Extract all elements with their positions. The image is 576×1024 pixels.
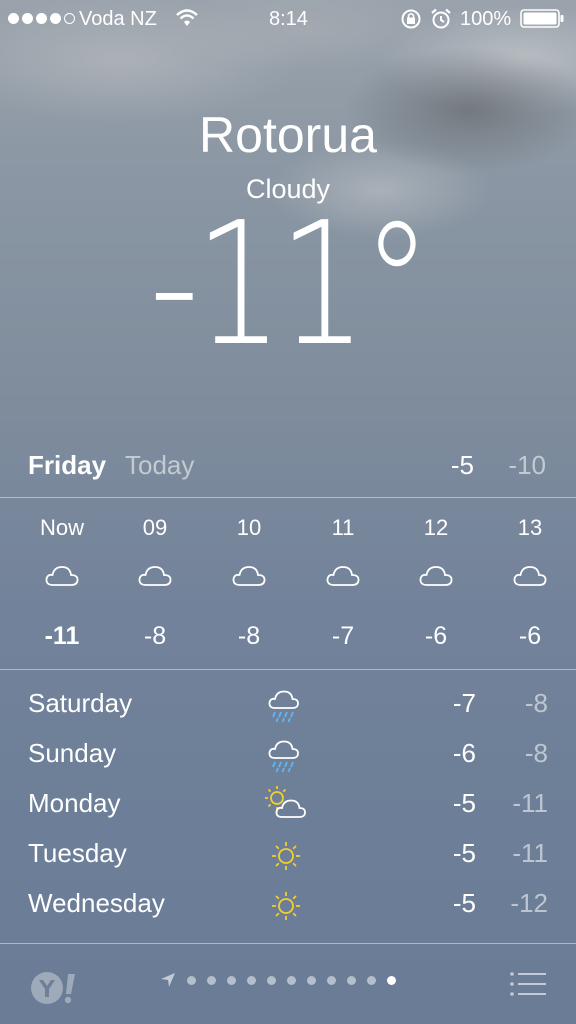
hour-time: 10 [236,515,262,540]
daily-day-name: Wednesday [28,888,165,918]
hourly-forecast[interactable]: Now -11 09 -8 10 -8 11 -7 12 -6 13 -6 [0,500,576,670]
daily-high: -5 [452,838,476,868]
daily-high: -5 [452,888,476,918]
status-time: 8:14 [269,8,308,30]
daily-low: -8 [524,738,548,768]
page-dot [227,975,236,985]
wifi-icon [176,9,198,26]
today-day-name: Friday [28,450,107,480]
partly-sunny-icon [265,786,306,818]
cloud-icon [326,566,360,586]
page-dot [347,975,356,985]
page-dot [327,975,336,985]
today-label: Today [125,450,195,480]
cloud-icon [45,566,79,586]
page-indicator[interactable] [160,972,396,988]
yahoo-logo[interactable] [28,970,84,1006]
daily-row: Wednesday -5 -12 [0,880,576,930]
alarm-icon [431,8,451,29]
footer-toolbar [0,944,576,1024]
daily-low: -12 [510,888,548,918]
today-summary: Friday Today -5 -10 [0,446,576,486]
hour-temp: -7 [331,622,355,650]
hour-temp: -8 [237,622,261,650]
daily-day-name: Tuesday [28,838,127,868]
hour-time: 12 [423,515,449,540]
location-arrow-icon [161,973,175,987]
cloud-icon [138,566,172,586]
page-dot [307,975,316,985]
divider [0,669,576,670]
daily-day-name: Sunday [28,738,117,768]
daily-row: Monday -5 -11 [0,780,576,830]
hour-time: 13 [517,515,543,540]
today-high: -5 [450,450,474,480]
sun-icon [272,842,300,870]
hour-time: 09 [142,515,168,540]
daily-day-name: Saturday [28,688,133,718]
daily-row: Saturday -7 -8 [0,680,576,730]
hour-time: Now [39,515,84,540]
page-dot [207,975,216,985]
hour-temp: -6 [518,622,542,650]
status-bar: Voda NZ 8:14 100% [0,0,576,38]
daily-high: -7 [452,688,476,718]
daily-low: -8 [524,688,548,718]
signal-dot [8,13,19,24]
divider [0,497,576,498]
daily-low: -11 [512,838,548,868]
daily-day-name: Monday [28,788,121,818]
battery-icon [520,9,564,28]
daily-row: Sunday -6 -8 [0,730,576,780]
today-low: -10 [508,450,546,480]
rain-cloud-icon [268,740,299,773]
hour-temp: -8 [143,622,167,650]
page-dot [247,975,256,985]
hour-time: 11 [331,515,355,540]
hour-temp: -11 [44,622,80,650]
daily-row: Tuesday -5 -11 [0,830,576,880]
city-name: Rotorua [199,107,377,163]
hour-temp: -6 [424,622,448,650]
list-icon[interactable] [508,968,548,1000]
rain-cloud-icon [268,690,299,723]
page-dot [367,975,376,985]
signal-icon [8,13,75,24]
daily-low: -11 [512,788,548,818]
battery-percent: 100% [460,8,512,30]
signal-dot [36,13,47,24]
rotation-lock-icon [401,9,421,29]
cloud-icon [513,566,547,586]
page-dot [267,975,276,985]
daily-high: -6 [452,738,476,768]
signal-dot-empty [64,13,75,24]
cloud-icon [419,566,453,586]
page-dot [187,975,196,985]
cloud-icon [232,566,266,586]
daily-high: -5 [452,788,476,818]
signal-dot [50,13,61,24]
current-temperature: -11° [149,186,432,384]
page-dot-active [387,975,396,985]
sun-icon [272,892,300,920]
signal-dot [22,13,33,24]
carrier-name: Voda NZ [79,8,157,30]
page-dot [287,975,296,985]
